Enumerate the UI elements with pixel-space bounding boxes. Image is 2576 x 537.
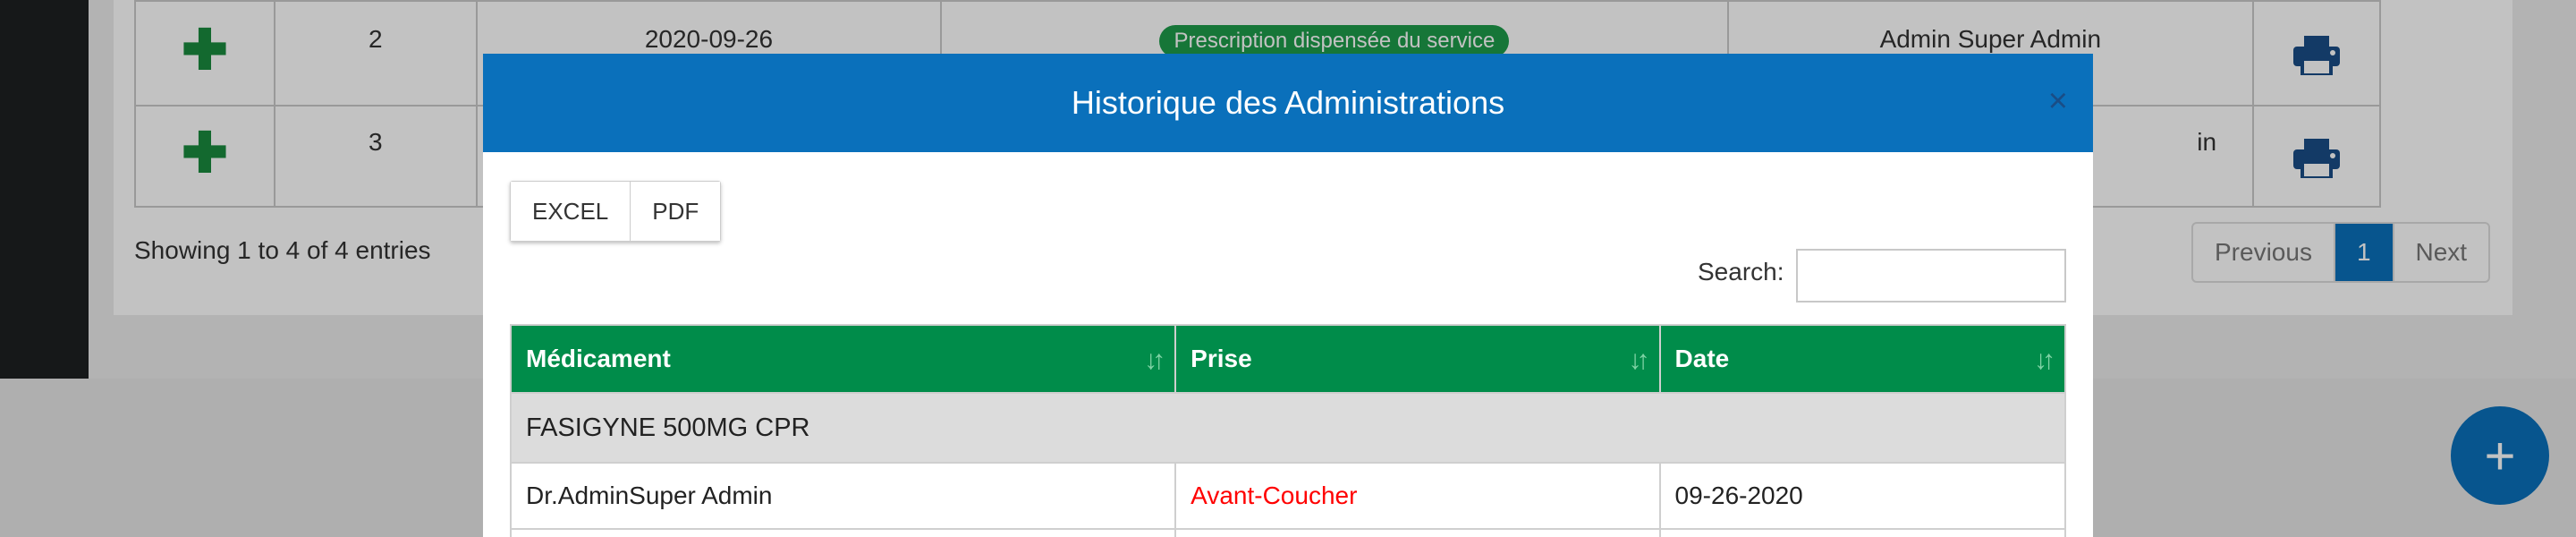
column-header-date[interactable]: Date ↓↑	[1658, 324, 2067, 394]
pdf-export-button[interactable]: PDF	[631, 182, 721, 241]
column-header-medicament[interactable]: Médicament ↓↑	[509, 324, 1177, 394]
sort-icon: ↓↑	[2034, 345, 2055, 375]
cell-prise: Avant-Coucher	[1174, 462, 1661, 530]
history-modal: Historique des Administrations × EXCEL P…	[483, 54, 2093, 537]
search-label: Search:	[1698, 258, 1784, 286]
close-icon[interactable]: ×	[2048, 82, 2068, 121]
column-header-prise[interactable]: Prise ↓↑	[1174, 324, 1661, 394]
export-buttons: EXCEL PDF	[510, 181, 722, 242]
table-header-row: Médicament ↓↑ Prise ↓↑ Date ↓↑	[509, 324, 2067, 394]
sort-icon: ↓↑	[1144, 345, 1165, 375]
group-name: FASIGYNE 500MG CPR	[510, 392, 2066, 464]
administrations-table: Médicament ↓↑ Prise ↓↑ Date ↓↑ FASIGYNE …	[509, 324, 2067, 537]
table-row	[509, 528, 2067, 537]
cell-medicament: Dr.AdminSuper Admin	[509, 462, 1177, 530]
sort-icon: ↓↑	[1628, 345, 1650, 375]
group-row: FASIGYNE 500MG CPR	[510, 392, 2066, 464]
cell-date: 09-26-2020	[1658, 462, 2067, 530]
table-row: Dr.AdminSuper Admin Avant-Coucher 09-26-…	[509, 462, 2067, 530]
modal-header: Historique des Administrations ×	[483, 54, 2093, 152]
modal-title: Historique des Administrations	[1071, 84, 1505, 121]
excel-export-button[interactable]: EXCEL	[511, 182, 631, 241]
search-input[interactable]	[1796, 249, 2066, 303]
